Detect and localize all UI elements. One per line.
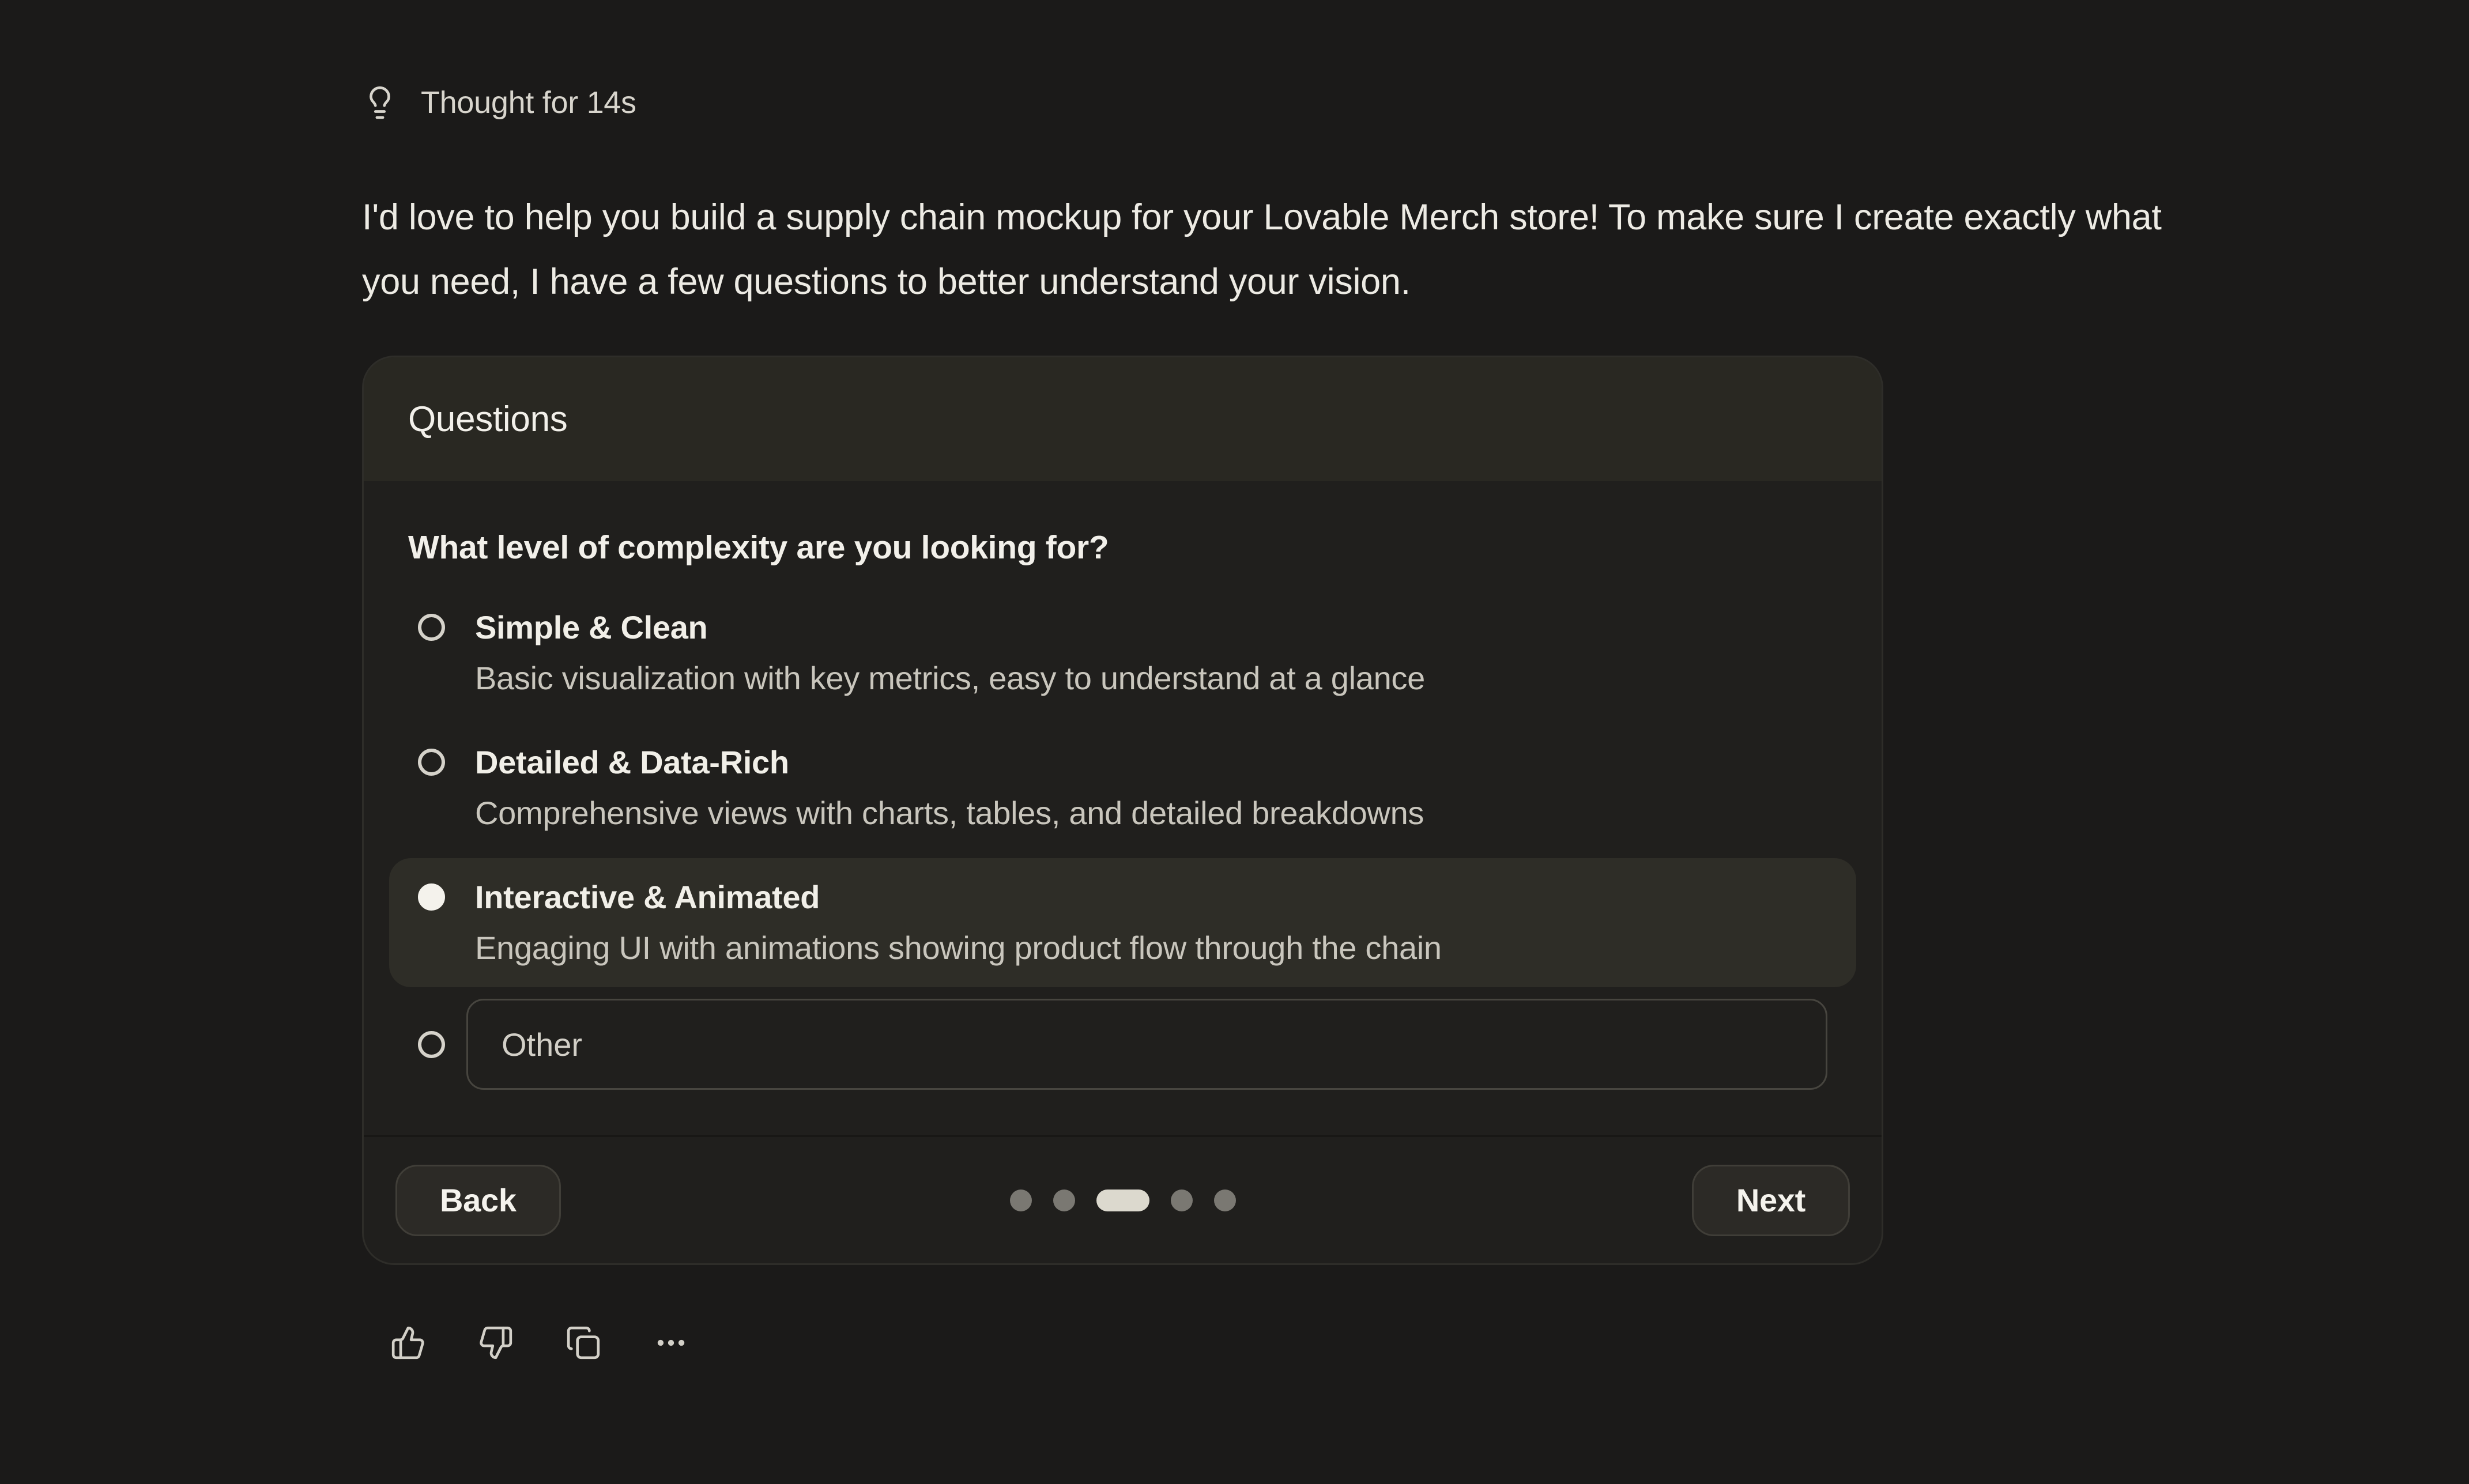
message-actions [390, 1325, 2198, 1361]
chat-page: { "thought": { "label": "Thought for 14s… [0, 0, 2469, 1484]
option-description: Engaging UI with animations showing prod… [475, 923, 1442, 973]
radio-selected-icon[interactable] [418, 883, 445, 911]
option-title: Simple & Clean [475, 602, 1425, 653]
option-simple-clean[interactable]: Simple & Clean Basic visualization with … [389, 588, 1856, 718]
more-options-button[interactable] [653, 1325, 689, 1361]
radio-unselected-icon[interactable] [418, 1031, 445, 1058]
more-options-icon [653, 1325, 689, 1361]
pagination-dot-active [1096, 1190, 1149, 1211]
option-interactive-animated[interactable]: Interactive & Animated Engaging UI with … [389, 858, 1856, 987]
message-text: I'd love to help you build a supply chai… [362, 185, 2198, 314]
thumbs-up-icon [390, 1325, 426, 1361]
radio-unselected-icon[interactable] [418, 614, 445, 641]
assistant-message: Thought for 14s I'd love to help you bui… [362, 84, 2198, 1361]
thought-toggle[interactable]: Thought for 14s [362, 84, 2198, 122]
questions-card: Questions What level of complexity are y… [362, 356, 1883, 1265]
option-other[interactable] [389, 999, 1856, 1090]
pagination-dots [1010, 1190, 1236, 1211]
option-description: Basic visualization with key metrics, ea… [475, 653, 1425, 704]
copy-button[interactable] [566, 1325, 601, 1361]
pagination-dot [1171, 1190, 1193, 1211]
card-footer: Back Next [364, 1135, 1882, 1263]
pagination-dot [1053, 1190, 1075, 1211]
pagination-dot [1010, 1190, 1032, 1211]
question-text: What level of complexity are you looking… [408, 528, 1837, 567]
thumbs-up-button[interactable] [390, 1325, 426, 1361]
card-body: What level of complexity are you looking… [364, 481, 1882, 1135]
option-title: Interactive & Animated [475, 872, 1442, 923]
option-title: Detailed & Data-Rich [475, 737, 1424, 788]
radio-unselected-icon[interactable] [418, 749, 445, 776]
options-list: Simple & Clean Basic visualization with … [389, 583, 1856, 1090]
card-header: Questions [364, 357, 1882, 481]
option-description: Comprehensive views with charts, tables,… [475, 788, 1424, 839]
thumbs-down-button[interactable] [478, 1325, 514, 1361]
thought-label: Thought for 14s [421, 85, 636, 120]
other-input[interactable] [466, 999, 1827, 1090]
option-detailed-data-rich[interactable]: Detailed & Data-Rich Comprehensive views… [389, 723, 1856, 852]
pagination-dot [1214, 1190, 1236, 1211]
lightbulb-icon [362, 85, 398, 120]
card-title: Questions [408, 399, 567, 440]
copy-icon [566, 1325, 601, 1361]
thumbs-down-icon [478, 1325, 514, 1361]
back-button[interactable]: Back [395, 1165, 561, 1236]
next-button[interactable]: Next [1692, 1165, 1850, 1236]
